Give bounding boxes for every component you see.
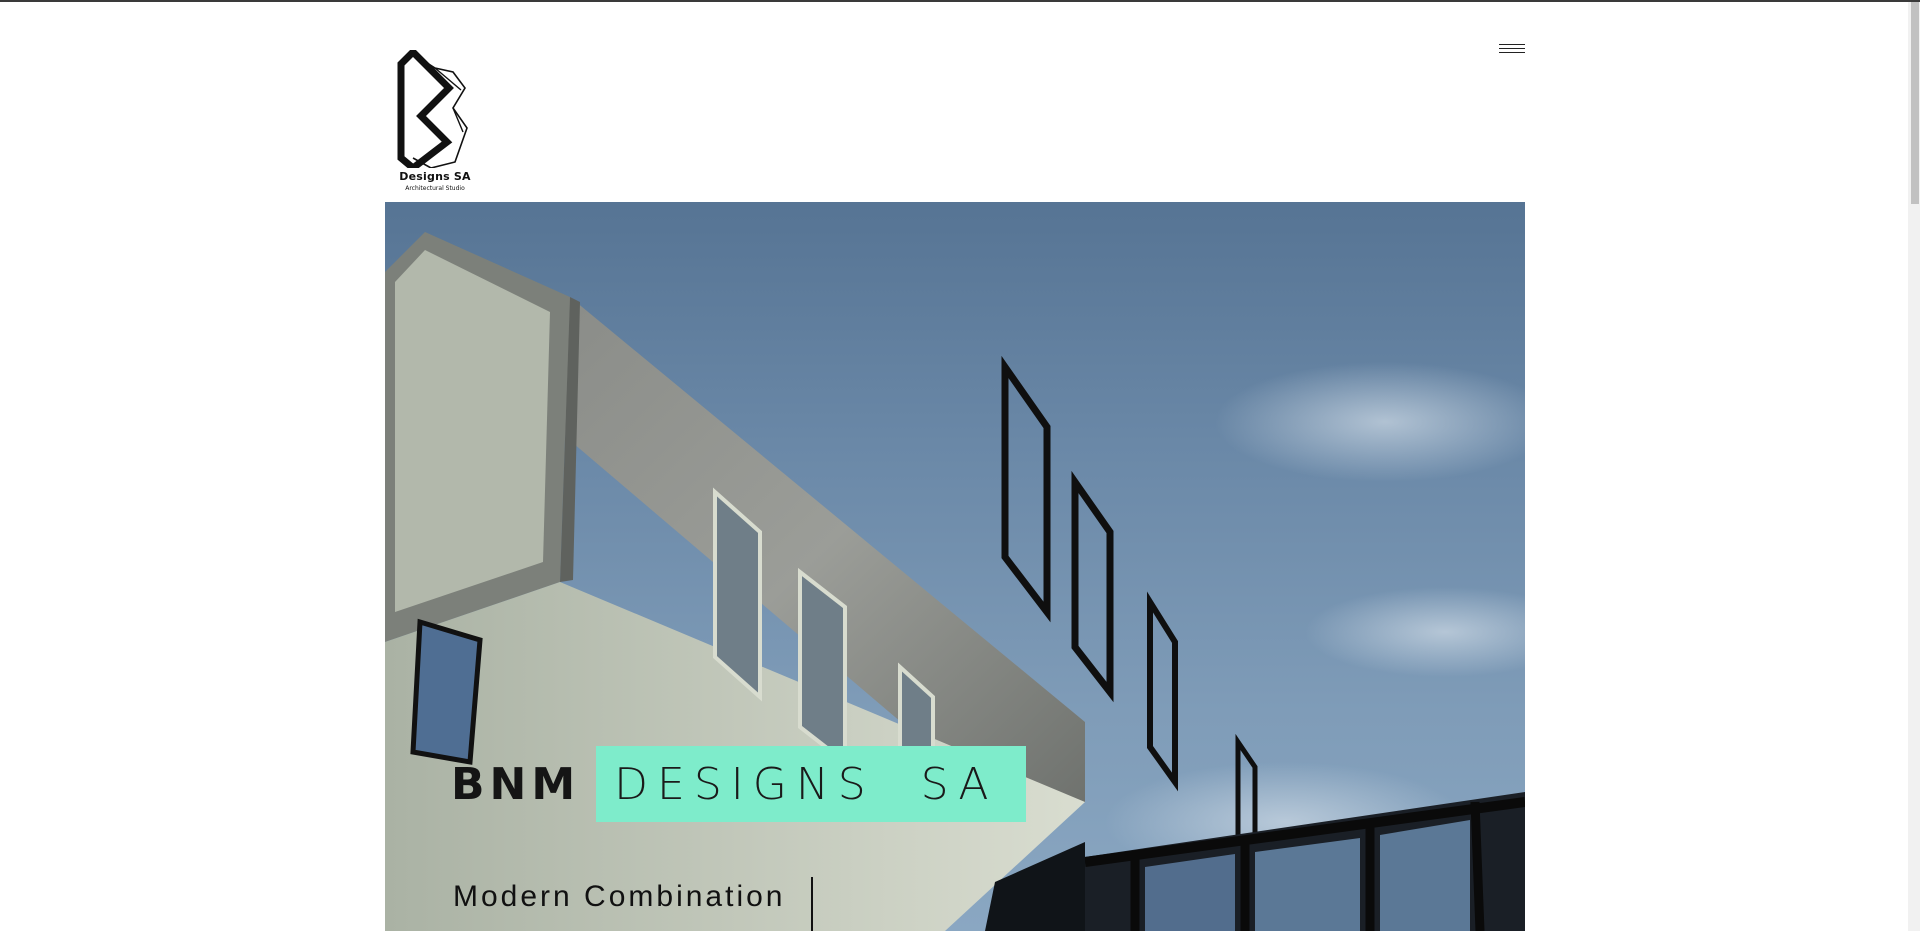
logo-brand-subtitle: Architectural Studio	[405, 185, 465, 192]
logo-brand-name: Designs SA	[399, 170, 471, 183]
menu-line	[1499, 52, 1525, 53]
typing-cursor	[811, 877, 813, 931]
hamburger-menu-icon[interactable]	[1499, 44, 1525, 60]
hero-title-highlight: DESIGNS SA	[596, 746, 1026, 822]
menu-line	[1499, 44, 1525, 45]
logo-mark-icon	[397, 50, 468, 168]
hero-section: BNM DESIGNS SA Modern Combination	[385, 202, 1525, 931]
hero-title-bold: BNM	[451, 758, 581, 810]
menu-line	[1499, 48, 1525, 49]
hero-title: BNM DESIGNS SA	[451, 746, 1026, 822]
site-logo[interactable]: Designs SA Architectural Studio	[395, 50, 475, 196]
page: Designs SA Architectural Studio BNM DESI…	[385, 0, 1525, 931]
scrollbar-thumb[interactable]	[1911, 2, 1919, 204]
hero-subtitle: Modern Combination	[453, 880, 786, 913]
